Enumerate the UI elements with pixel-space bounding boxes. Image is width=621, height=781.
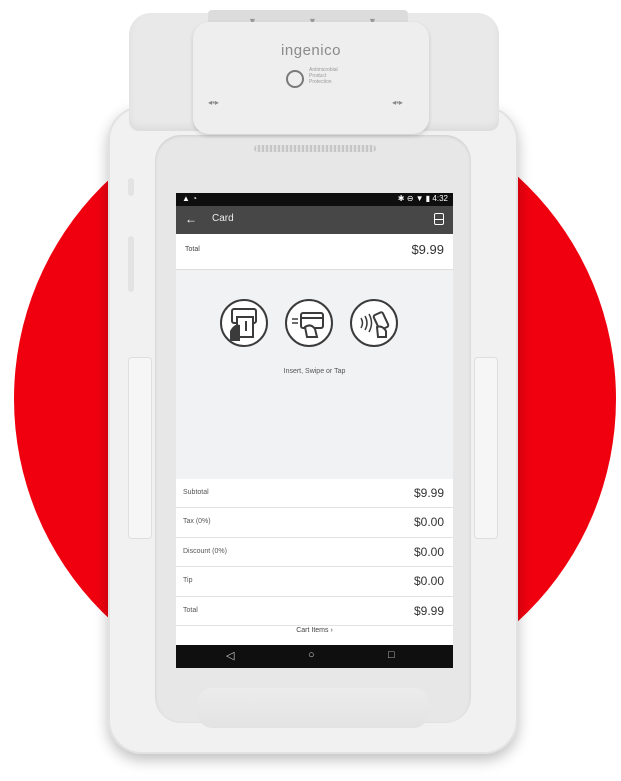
protection-label: Antimicrobial Product Protection	[309, 67, 338, 85]
breakdown-row-tip: Tip $0.00	[176, 567, 453, 597]
contactless-tap-icon	[350, 299, 398, 347]
row-value: $9.99	[413, 603, 444, 618]
right-side-rail	[474, 357, 498, 539]
total-header-row: Total $9.99	[176, 234, 453, 270]
nav-home-icon[interactable]: ○	[308, 649, 315, 661]
row-label: Discount (0%)	[183, 547, 227, 555]
side-button-lower[interactable]	[128, 236, 134, 292]
breakdown-row-subtotal: Subtotal $9.99	[176, 479, 453, 509]
status-left-icons: ▲ ◔	[182, 194, 197, 203]
nav-back-icon[interactable]: ◁	[226, 649, 234, 662]
payment-prompt-area[interactable]: Insert, Swipe or Tap	[176, 270, 453, 479]
shield-icon	[286, 70, 304, 88]
android-nav-bar: ◁ ○ □	[176, 645, 453, 668]
app-bar: ← Card	[176, 206, 453, 234]
left-latch-icon: ◂▪▸	[208, 98, 219, 107]
breakdown-row-tax: Tax (0%) $0.00	[176, 508, 453, 538]
right-latch-icon: ◂▪▸	[392, 98, 403, 107]
speaker-grille	[254, 145, 376, 152]
brand-logo: ingenico	[281, 42, 341, 59]
cart-items-link[interactable]: Cart Items ›	[176, 627, 453, 634]
page-title: Card	[212, 213, 234, 224]
row-label: Tip	[183, 577, 193, 585]
terminal-screen: ▲ ◔ ✱ ⊖ ▼ ▮ 4:32 ← Card Total $9.99 Inse…	[176, 193, 453, 668]
status-right-icons: ✱ ⊖ ▼ ▮	[397, 194, 431, 203]
receipt-icon[interactable]	[434, 213, 444, 225]
breakdown-row-discount: Discount (0%) $0.00	[176, 538, 453, 568]
status-bar: ▲ ◔ ✱ ⊖ ▼ ▮ 4:32	[176, 193, 453, 206]
left-side-rail	[128, 357, 152, 539]
row-label: Tax (0%)	[183, 518, 211, 526]
side-button-upper[interactable]	[128, 178, 134, 196]
total-label: Total	[185, 246, 200, 253]
row-value: $0.00	[413, 574, 444, 589]
total-amount: $9.99	[411, 242, 444, 257]
status-right-group: ✱ ⊖ ▼ ▮ 4:32	[398, 194, 448, 203]
swipe-card-icon	[285, 299, 333, 347]
breakdown-row-total: Total $9.99	[176, 597, 453, 626]
back-arrow-icon[interactable]: ←	[185, 212, 197, 226]
terminal-chin	[198, 688, 428, 728]
row-label: Total	[183, 606, 198, 614]
insert-card-icon	[220, 299, 268, 347]
row-value: $9.99	[413, 486, 444, 500]
price-breakdown: Subtotal $9.99 Tax (0%) $0.00 Discount (…	[176, 479, 453, 626]
row-label: Subtotal	[183, 489, 209, 496]
row-value: $0.00	[413, 544, 444, 559]
payment-instruction: Insert, Swipe or Tap	[283, 368, 346, 375]
reader-head: ingenico Antimicrobial Product Protectio…	[193, 22, 429, 134]
status-time: 4:32	[432, 194, 448, 203]
row-value: $0.00	[413, 515, 444, 530]
nav-recents-icon[interactable]: □	[388, 649, 395, 661]
